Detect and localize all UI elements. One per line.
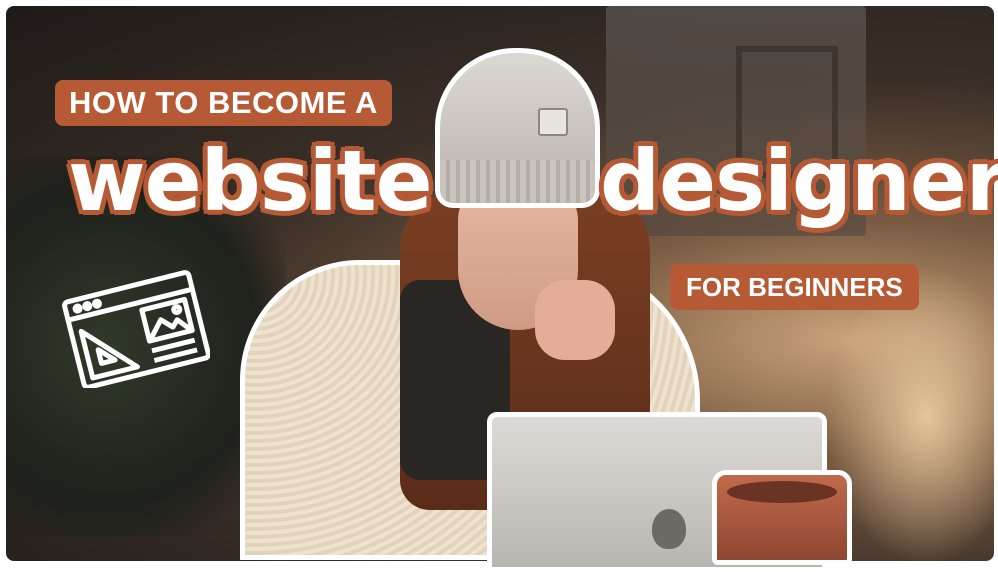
headline-top: HOW TO BECOME A — [55, 80, 392, 126]
hand — [535, 280, 615, 360]
headline-word-website: website — [67, 131, 435, 232]
headline-bottom: FOR BEGINNERS — [670, 264, 919, 310]
terracotta-cup — [712, 470, 852, 565]
beanie-rib — [435, 160, 600, 208]
cup-opening — [727, 481, 837, 503]
apple-logo-icon — [652, 509, 686, 549]
website-design-icon — [62, 270, 210, 388]
beanie-label — [538, 108, 568, 136]
headline-word-designer: designer — [598, 131, 998, 232]
